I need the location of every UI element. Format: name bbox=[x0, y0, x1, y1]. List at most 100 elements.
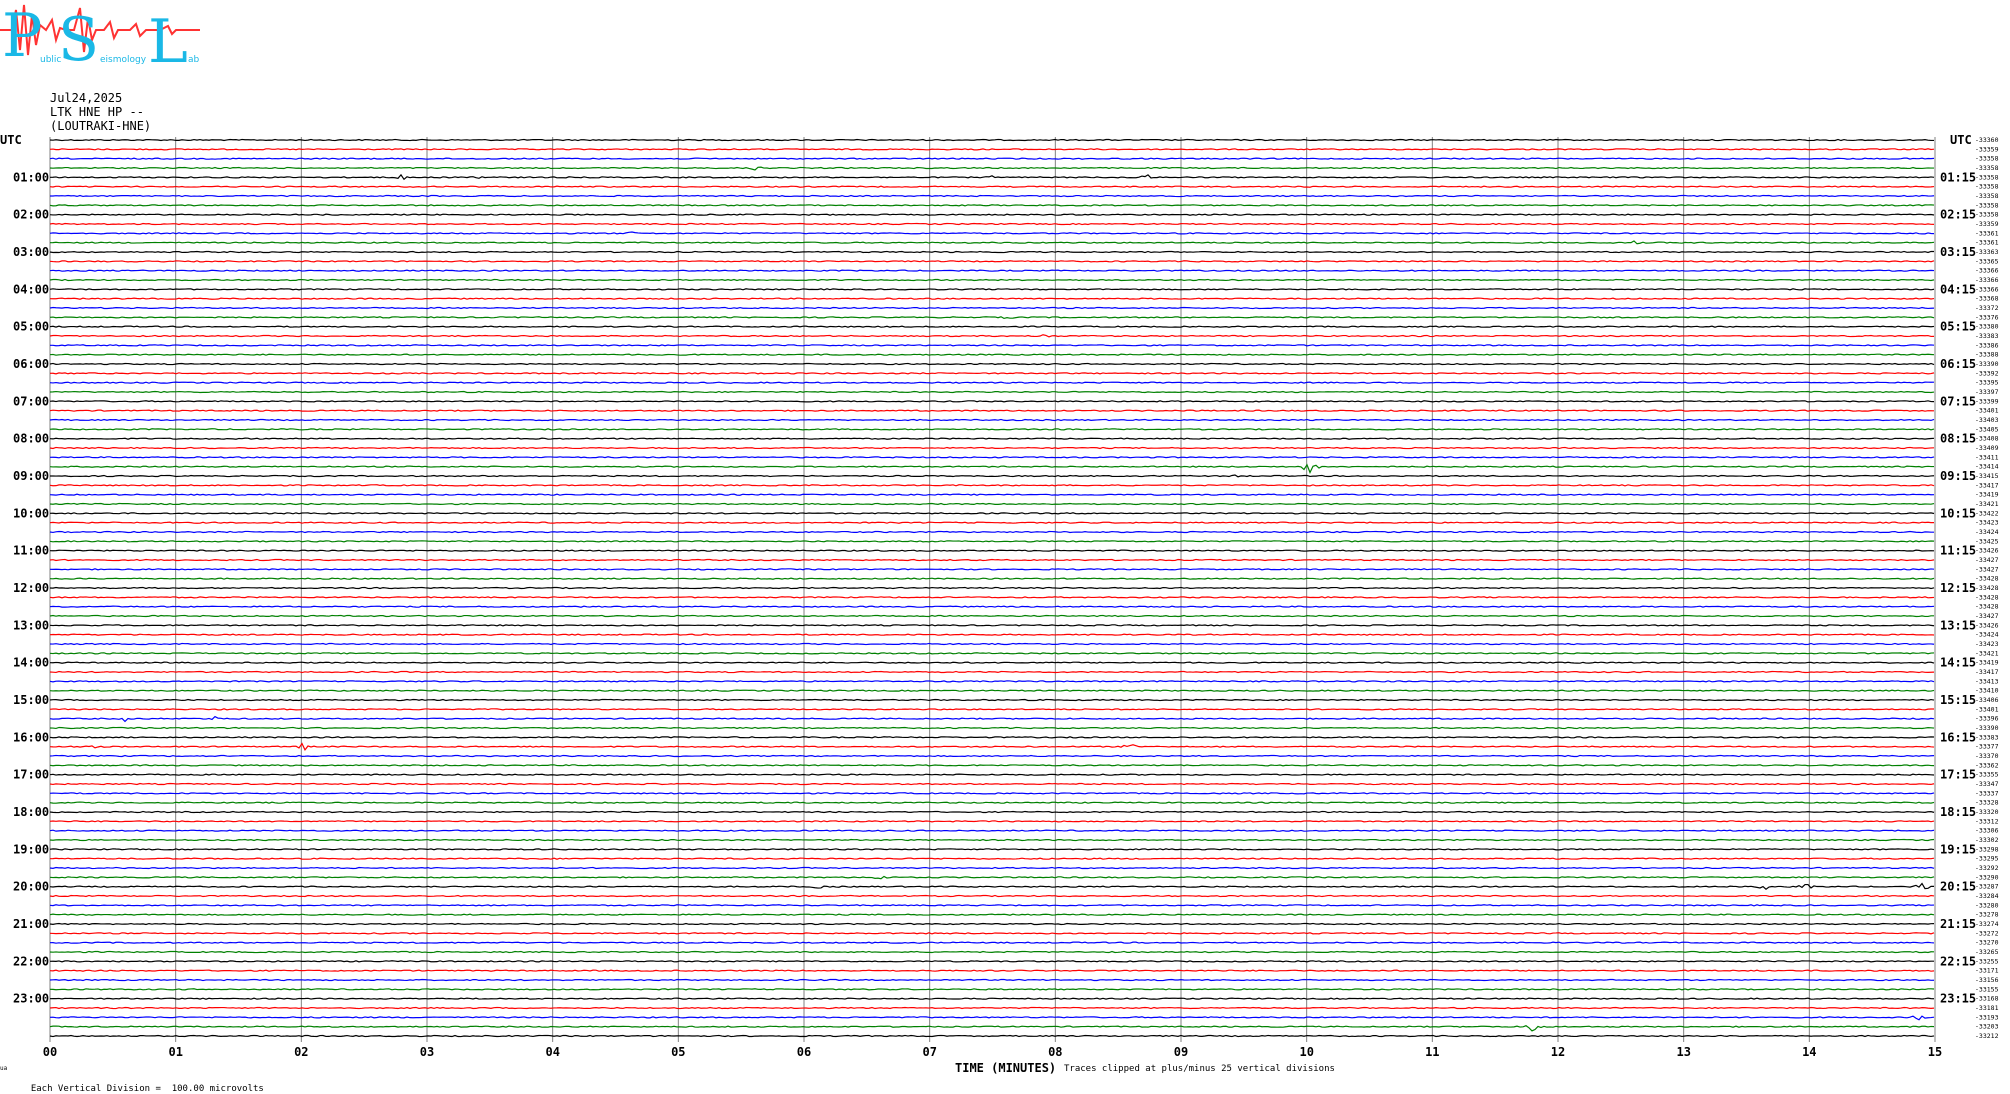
trace-offset-label: -33421 bbox=[1975, 649, 1999, 657]
trace-offset-label: -33366 bbox=[1975, 267, 1999, 275]
trace-86 bbox=[49, 941, 1935, 944]
trace-offset-label: -33380 bbox=[1975, 323, 1999, 331]
hour-label-left: 12:00 bbox=[13, 581, 49, 595]
trace-offset-label: -33414 bbox=[1975, 463, 1999, 471]
trace-offset-label: -33413 bbox=[1975, 677, 1999, 685]
hour-label-left: 06:00 bbox=[13, 357, 49, 371]
trace-offset-label: -33358 bbox=[1975, 164, 1999, 172]
trace-41 bbox=[49, 521, 1935, 524]
trace-offset-label: -33203 bbox=[1975, 1023, 1999, 1031]
hour-label-left: 04:00 bbox=[13, 282, 49, 296]
trace-offset-label: -33405 bbox=[1975, 425, 1999, 433]
trace-offset-label: -33361 bbox=[1975, 229, 1999, 237]
trace-offset-label: -33265 bbox=[1975, 948, 1999, 956]
trace-offset-label: -33426 bbox=[1975, 621, 1999, 629]
trace-90 bbox=[49, 978, 1935, 982]
trace-18 bbox=[49, 306, 1935, 310]
trace-67 bbox=[49, 764, 1935, 767]
trace-10 bbox=[49, 231, 1935, 235]
trace-38 bbox=[49, 493, 1935, 496]
trace-offset-label: -33395 bbox=[1975, 379, 1999, 387]
trace-offset-label: -33409 bbox=[1975, 444, 1999, 452]
trace-8 bbox=[49, 213, 1935, 216]
x-tick-label: 07 bbox=[922, 1045, 936, 1059]
trace-offset-label: -33358 bbox=[1975, 192, 1999, 200]
trace-offset-label: -33368 bbox=[1975, 295, 1999, 303]
trace-offset-label: -33290 bbox=[1975, 873, 1999, 881]
hour-label-left: 09:00 bbox=[13, 469, 49, 483]
trace-offset-label: -33274 bbox=[1975, 920, 1999, 928]
hour-label-left: 17:00 bbox=[13, 768, 49, 782]
trace-offset-label: -33417 bbox=[1975, 481, 1999, 489]
trace-4 bbox=[49, 173, 1935, 181]
trace-40 bbox=[49, 512, 1935, 515]
trace-0 bbox=[49, 138, 1935, 142]
hour-label-left: 05:00 bbox=[13, 320, 49, 334]
trace-9 bbox=[49, 222, 1935, 226]
x-tick-label: 15 bbox=[1928, 1045, 1942, 1059]
trace-31 bbox=[49, 428, 1935, 431]
vertical-division-text: Each Vertical Division = 100.00 microvol… bbox=[30, 1084, 264, 1094]
hour-label-right: 16:15 bbox=[1940, 730, 1976, 744]
trace-offset-label: -33306 bbox=[1975, 827, 1999, 835]
trace-offset-label: -33421 bbox=[1975, 500, 1999, 508]
hour-label-right: 01:15 bbox=[1940, 170, 1976, 184]
trace-offset-label: -33366 bbox=[1975, 276, 1999, 284]
trace-81 bbox=[49, 894, 1935, 898]
hour-label-right: 09:15 bbox=[1940, 469, 1976, 483]
hour-label-right: 23:15 bbox=[1940, 992, 1976, 1006]
trace-offset-label: -33424 bbox=[1975, 528, 1999, 536]
hour-label-left: 19:00 bbox=[13, 842, 49, 856]
trace-82 bbox=[49, 904, 1935, 907]
trace-3 bbox=[49, 166, 1935, 171]
trace-57 bbox=[49, 670, 1935, 674]
trace-offset-label: -33366 bbox=[1975, 285, 1999, 293]
trace-34 bbox=[49, 456, 1935, 459]
trace-offset-label: -33270 bbox=[1975, 939, 1999, 947]
trace-16 bbox=[49, 288, 1935, 291]
trace-71 bbox=[49, 801, 1935, 804]
trace-29 bbox=[49, 409, 1935, 412]
hour-label-left: 20:00 bbox=[13, 880, 49, 894]
trace-76 bbox=[49, 848, 1935, 851]
trace-93 bbox=[49, 1006, 1935, 1010]
x-tick-label: 06 bbox=[797, 1045, 811, 1059]
trace-7 bbox=[49, 204, 1935, 207]
trace-offset-label: -33362 bbox=[1975, 761, 1999, 769]
trace-offset-label: -33287 bbox=[1975, 883, 1999, 891]
trace-95 bbox=[49, 1025, 1935, 1032]
hour-label-right: 11:15 bbox=[1940, 544, 1976, 558]
trace-offset-label: -33425 bbox=[1975, 537, 1999, 545]
trace-offset-label: -33168 bbox=[1975, 995, 1999, 1003]
trace-70 bbox=[49, 792, 1935, 795]
trace-offset-label: -33396 bbox=[1975, 715, 1999, 723]
trace-80 bbox=[49, 882, 1935, 890]
trace-offset-label: -33419 bbox=[1975, 659, 1999, 667]
hour-label-left: 16:00 bbox=[13, 730, 49, 744]
trace-45 bbox=[49, 558, 1935, 562]
trace-69 bbox=[49, 782, 1935, 786]
trace-offset-label: -33302 bbox=[1975, 836, 1999, 844]
trace-68 bbox=[49, 773, 1935, 776]
trace-offset-label: -33403 bbox=[1975, 416, 1999, 424]
trace-offset-label: -33358 bbox=[1975, 201, 1999, 209]
hour-label-right: 04:15 bbox=[1940, 282, 1976, 296]
trace-37 bbox=[49, 484, 1935, 487]
trace-offset-label: -33284 bbox=[1975, 892, 1999, 900]
trace-offset-label: -33193 bbox=[1975, 1013, 1999, 1021]
trace-27 bbox=[49, 390, 1935, 394]
hour-label-right: 05:15 bbox=[1940, 320, 1976, 334]
trace-56 bbox=[49, 661, 1935, 664]
trace-23 bbox=[49, 353, 1935, 356]
corner-mark: ua bbox=[0, 1065, 8, 1072]
trace-offset-label: -33361 bbox=[1975, 239, 1999, 247]
hour-label-right: 22:15 bbox=[1940, 954, 1976, 968]
trace-14 bbox=[49, 269, 1935, 272]
trace-35 bbox=[49, 463, 1935, 475]
x-tick-label: 02 bbox=[294, 1045, 308, 1059]
trace-offset-label: -33358 bbox=[1975, 183, 1999, 191]
hour-label-right: 08:15 bbox=[1940, 432, 1976, 446]
trace-offset-label: -33376 bbox=[1975, 313, 1999, 321]
x-tick-label: 04 bbox=[545, 1045, 559, 1059]
hour-label-right: 14:15 bbox=[1940, 656, 1976, 670]
